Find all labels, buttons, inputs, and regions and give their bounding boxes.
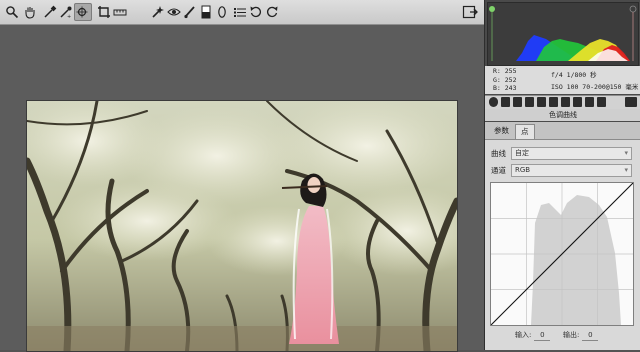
output-label: 输出: xyxy=(563,331,580,339)
section-title: 色调曲线 xyxy=(485,109,640,121)
preferences-icon[interactable] xyxy=(232,4,248,20)
exit-fullscreen-icon[interactable] xyxy=(462,4,478,20)
tone-curve-panel-icon[interactable] xyxy=(501,97,510,107)
highlight-clip-indicator xyxy=(629,5,637,13)
radial-filter-icon[interactable] xyxy=(214,4,230,20)
curve-preset-value: 自定 xyxy=(515,149,529,157)
snapshots-panel-icon[interactable] xyxy=(597,97,606,107)
red-eye-icon[interactable] xyxy=(166,4,182,20)
targeted-adjust-icon[interactable] xyxy=(74,3,92,21)
presets-panel-icon[interactable] xyxy=(585,97,594,107)
input-field[interactable]: 输入: 0 xyxy=(515,330,551,341)
toolbar: + xyxy=(0,0,484,25)
input-value[interactable]: 0 xyxy=(534,331,551,341)
aperture-shutter: f/4 1/800 秒 xyxy=(551,71,597,79)
lens-corrections-panel-icon[interactable] xyxy=(549,97,558,107)
spot-removal-icon[interactable] xyxy=(150,4,166,20)
crop-icon[interactable] xyxy=(96,4,112,20)
rgb-r: R: 255 xyxy=(493,67,517,75)
camera-calibration-panel-icon[interactable] xyxy=(573,97,582,107)
curve-label: 曲线 xyxy=(491,149,506,158)
panel-menu-icon[interactable] xyxy=(625,97,637,107)
hsl-panel-icon[interactable] xyxy=(525,97,534,107)
preview-canvas[interactable] xyxy=(0,25,484,352)
panel-tabs-icons xyxy=(485,95,640,110)
basic-panel-icon[interactable] xyxy=(489,97,498,107)
chevron-down-icon: ▾ xyxy=(624,149,628,157)
photo-preview[interactable] xyxy=(26,100,458,352)
detail-panel-icon[interactable] xyxy=(513,97,522,107)
rotate-right-icon[interactable] xyxy=(264,4,280,20)
rgb-b: B: 243 xyxy=(493,84,517,92)
tone-curve-graph[interactable] xyxy=(490,182,634,326)
split-toning-panel-icon[interactable] xyxy=(537,97,546,107)
effects-panel-icon[interactable] xyxy=(561,97,570,107)
rotate-left-icon[interactable] xyxy=(248,4,264,20)
channel-value: RGB xyxy=(515,166,531,174)
straighten-icon[interactable] xyxy=(112,4,128,20)
hand-icon[interactable] xyxy=(22,4,38,20)
tab-point[interactable]: 点 xyxy=(515,124,535,139)
right-panel: R: 255 G: 252 B: 243 f/4 1/800 秒 ISO 100… xyxy=(484,0,640,350)
tab-parametric[interactable]: 参数 xyxy=(489,124,514,138)
histogram xyxy=(487,2,639,66)
zoom-icon[interactable] xyxy=(4,4,20,20)
curve-preset-select[interactable]: 自定 ▾ xyxy=(511,147,632,160)
white-balance-icon[interactable] xyxy=(42,4,58,20)
iso-lens: ISO 100 70-200@150 毫米 xyxy=(551,83,639,91)
graduated-filter-icon[interactable] xyxy=(198,4,214,20)
shadow-clip-indicator xyxy=(489,6,495,12)
input-label: 输入: xyxy=(515,331,532,339)
color-sampler-icon[interactable]: + xyxy=(58,4,74,20)
channel-select[interactable]: RGB ▾ xyxy=(511,164,632,177)
adjustment-brush-icon[interactable] xyxy=(182,4,198,20)
output-field[interactable]: 输出: 0 xyxy=(563,330,599,341)
image-info: R: 255 G: 252 B: 243 f/4 1/800 秒 ISO 100… xyxy=(485,66,640,94)
rgb-g: G: 252 xyxy=(493,75,517,84)
output-value[interactable]: 0 xyxy=(582,331,599,341)
svg-text:+: + xyxy=(67,14,71,19)
chevron-down-icon: ▾ xyxy=(624,166,628,174)
curve-tabs: 参数 点 xyxy=(485,122,640,140)
curve-panel: 曲线 自定 ▾ 通道 RGB ▾ 输入: 0 输出: 0 xyxy=(485,140,640,350)
channel-label: 通道 xyxy=(491,166,506,175)
